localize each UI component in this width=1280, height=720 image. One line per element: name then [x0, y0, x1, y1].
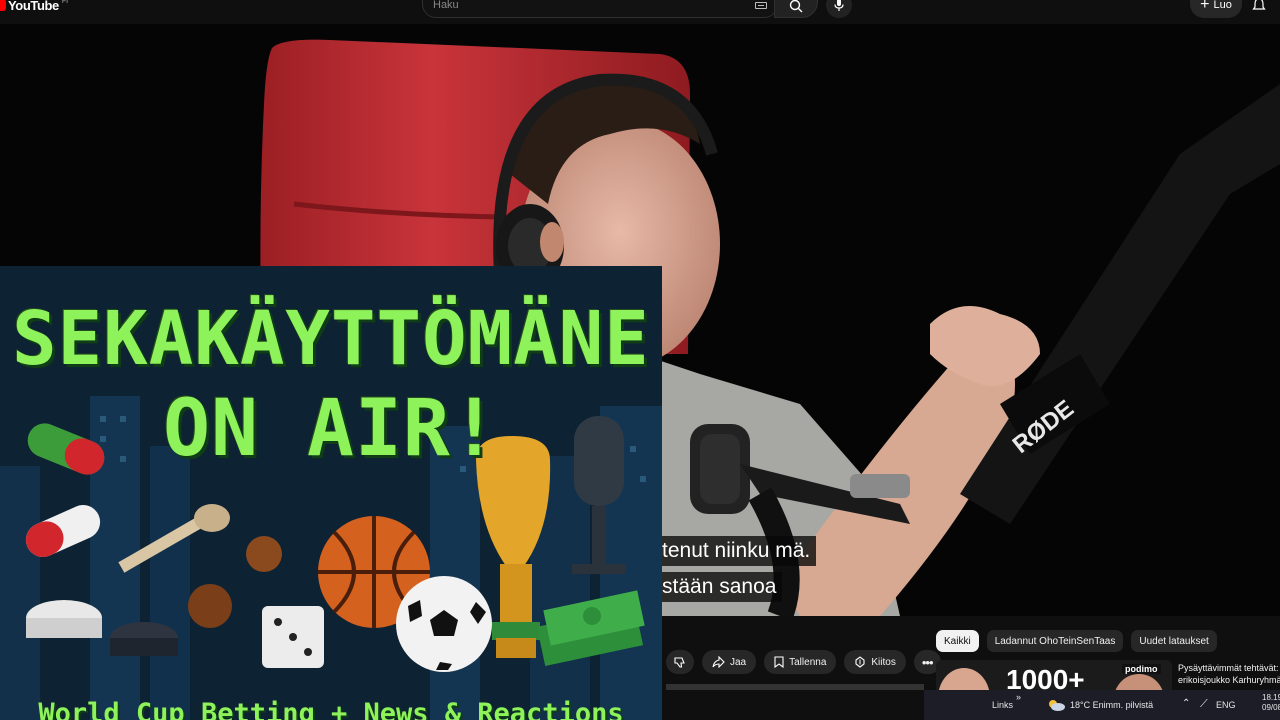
chip-all[interactable]: Kaikki [936, 630, 979, 652]
notifications-bell-icon[interactable] [1252, 0, 1266, 12]
links-toolbar[interactable]: Links [992, 700, 1013, 710]
country-code: FI [61, 0, 69, 5]
dislike-button[interactable] [666, 650, 694, 674]
description-bar[interactable] [666, 684, 924, 690]
clock[interactable]: 18.19 09/08/2 [1262, 693, 1280, 713]
artwork-title-line-1: SEKAKÄYTTÖMÄNE [12, 296, 650, 382]
video-actions: Jaa Tallenna Kiitos ••• [666, 650, 941, 674]
chip-recent-uploads[interactable]: Uudet lataukset [1131, 630, 1217, 652]
soccer-ball-icon [396, 576, 492, 672]
cookie-icon [246, 536, 282, 572]
more-horizontal-icon: ••• [921, 654, 934, 670]
clock-time: 18.19 [1262, 693, 1280, 702]
super-thanks-icon [855, 656, 865, 668]
podimo-logo: podimo [1122, 664, 1161, 674]
thumbs-down-icon [674, 657, 685, 668]
plus-icon: + [1200, 0, 1210, 13]
logo-text: YouTube [8, 0, 59, 13]
microphone-icon [834, 0, 844, 11]
youtube-play-icon [0, 0, 6, 11]
recommended-title-line-2: erikoisjoukko Karhuryhmä [1178, 675, 1280, 685]
caption-line-2: stään sanoa [662, 572, 783, 602]
chevron-double-right-icon[interactable]: » [1016, 692, 1021, 702]
create-label: Luo [1213, 0, 1232, 11]
weather-description: Enimm. pilvistä [1092, 700, 1154, 710]
chevron-up-icon[interactable]: ⌃ [1182, 698, 1190, 709]
search-icon [789, 0, 803, 13]
recommended-title-line-1: Pysäyttävimmät tehtävät: [1178, 663, 1279, 673]
voice-search-button[interactable] [826, 0, 852, 18]
chip-uploader[interactable]: Ladannut OhoTeinSenTaas [986, 630, 1124, 652]
windows-taskbar: Links » 18°C Enimm. pilvistä ⌃ ⟋ ENG 18.… [924, 690, 1280, 720]
network-icon[interactable]: ⟋ [1200, 698, 1208, 711]
related-filter-chips: Kaikki Ladannut OhoTeinSenTaas Uudet lat… [936, 630, 1217, 652]
search-button[interactable] [774, 0, 818, 18]
youtube-logo[interactable]: YouTube FI [0, 0, 68, 16]
weather-widget[interactable]: 18°C Enimm. pilvistä [1070, 700, 1153, 710]
search-box[interactable] [422, 0, 778, 18]
thanks-label: Kiitos [871, 656, 896, 668]
save-button[interactable]: Tallenna [764, 650, 837, 674]
temperature: 18°C [1070, 700, 1091, 710]
create-button[interactable]: + Luo [1190, 0, 1242, 18]
artwork-title-line-2: ON AIR! [163, 384, 499, 474]
masthead: YouTube FI + Luo [0, 0, 1280, 24]
caption-line-1: tenut niinku mä. [662, 536, 817, 566]
partly-cloudy-icon [1049, 700, 1065, 711]
clock-date: 09/08/2 [1262, 703, 1280, 712]
cookie-icon [188, 584, 232, 628]
bookmark-icon [774, 656, 784, 668]
thanks-button[interactable]: Kiitos [844, 650, 906, 674]
dice-icon [262, 606, 324, 668]
share-button[interactable]: Jaa [702, 650, 757, 674]
keyboard-icon[interactable] [755, 2, 767, 9]
share-arrow-icon [712, 656, 725, 668]
search-input[interactable] [433, 0, 733, 11]
save-label: Tallenna [789, 656, 827, 668]
share-label: Jaa [730, 656, 747, 668]
recommended-title[interactable]: Pysäyttävimmät tehtävät: erikoisjoukko K… [1178, 662, 1280, 686]
artwork-subtitle: World Cup Betting + News & Reactions [38, 698, 624, 720]
podcast-artwork: SEKAKÄYTTÖMÄNE ON AIR! World Cup Betting… [0, 266, 662, 720]
language-indicator[interactable]: ENG [1216, 700, 1236, 710]
